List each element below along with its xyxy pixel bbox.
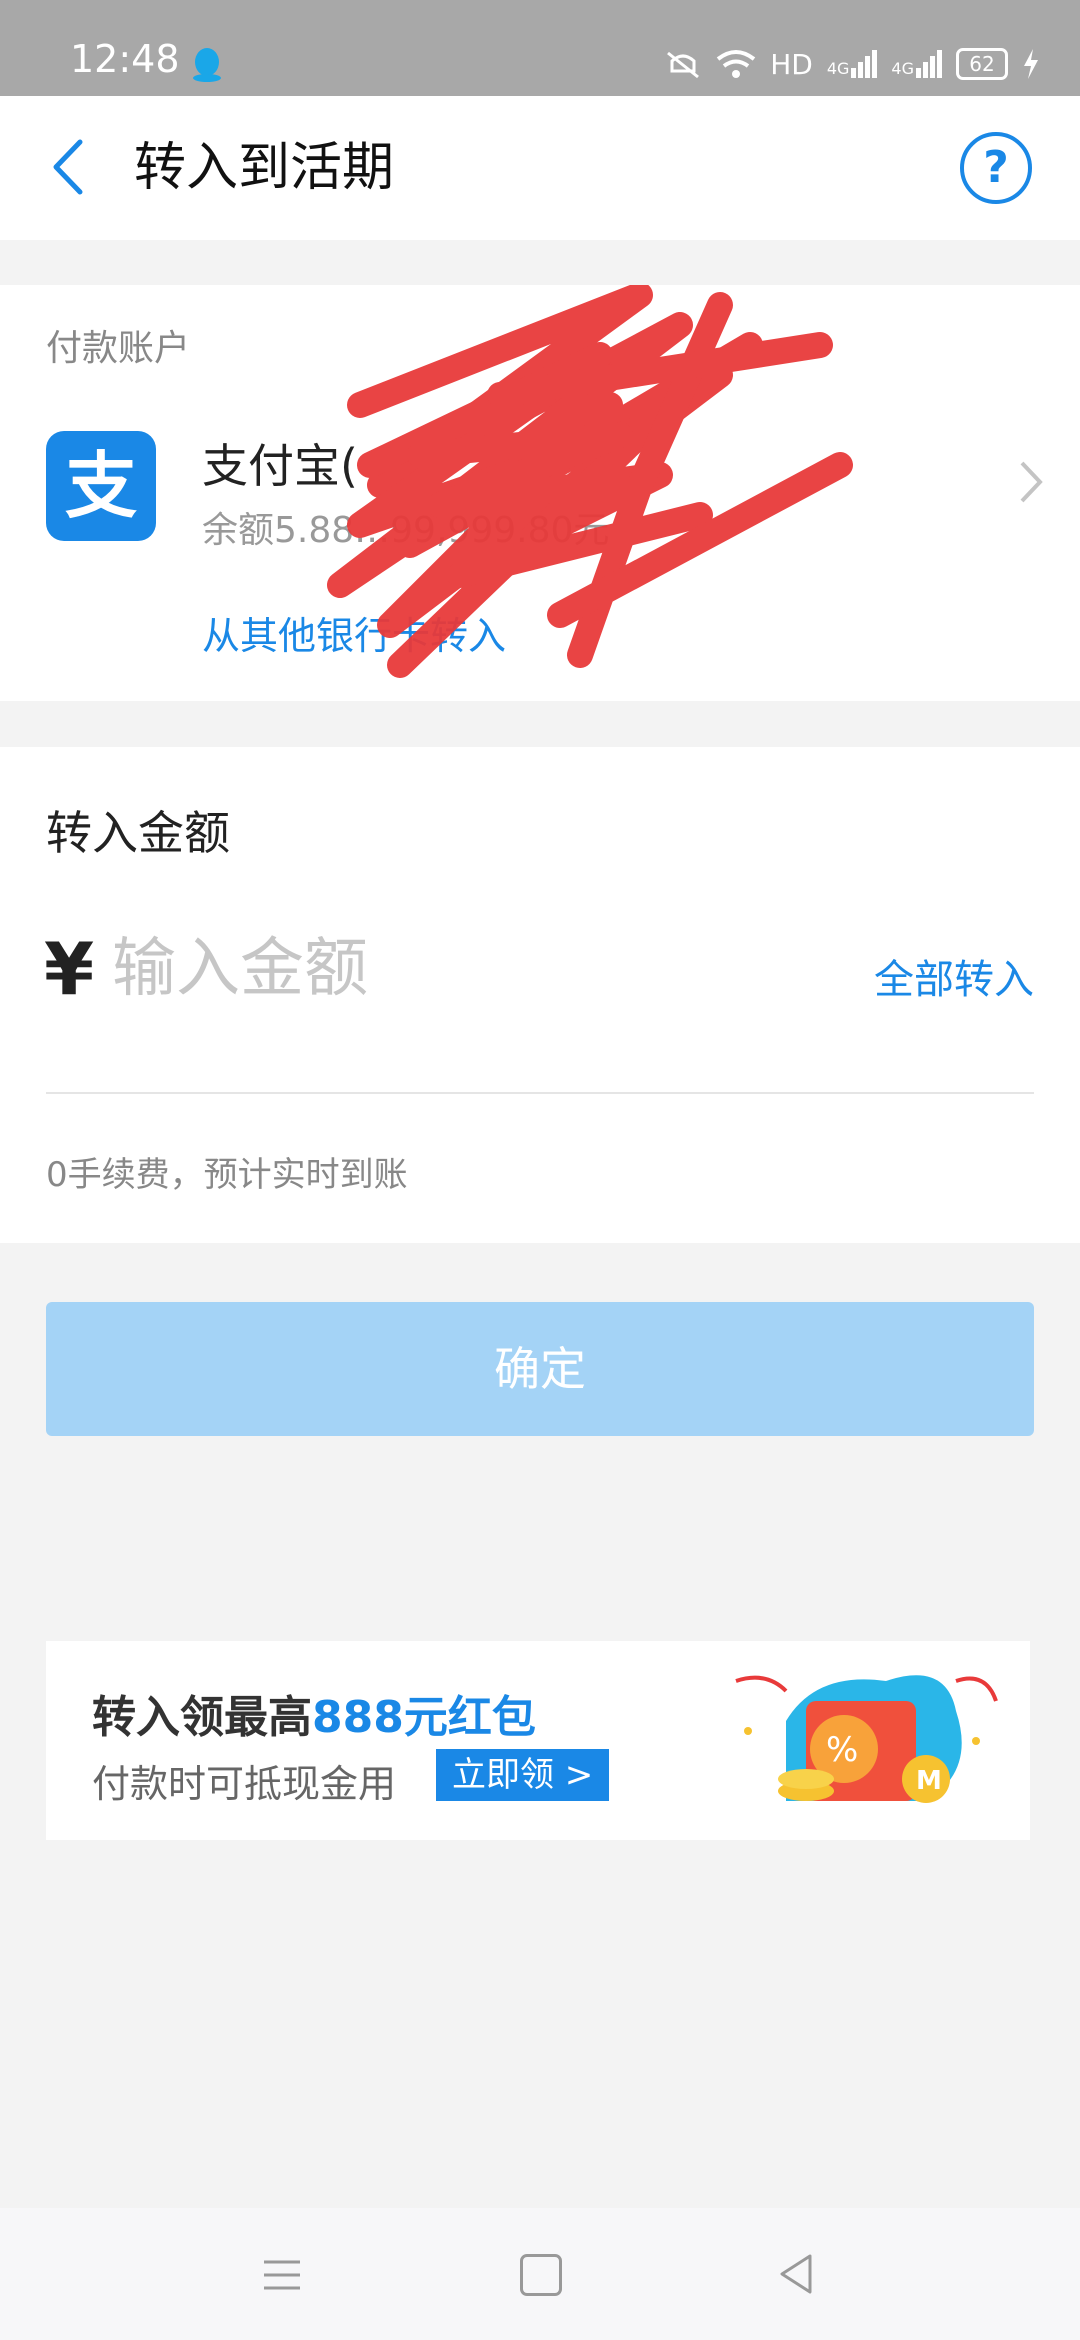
svg-text:M: M xyxy=(916,1766,942,1796)
signal-icon xyxy=(851,50,878,78)
hd-indicator: HD xyxy=(770,47,813,81)
promo-headline-prefix: 转入领最高 xyxy=(92,1692,312,1743)
charging-icon xyxy=(1024,49,1038,79)
transfer-all-button[interactable]: 全部转入 xyxy=(874,947,1034,1005)
mute-vibrate-icon xyxy=(667,51,700,79)
back-arrow-icon[interactable] xyxy=(44,132,94,202)
menu-icon[interactable] xyxy=(262,2258,302,2292)
app-header: 转入到活期 ? xyxy=(0,96,1080,240)
promo-headline: 转入领最高888元红包 xyxy=(92,1681,536,1745)
confirm-button[interactable]: 确定 xyxy=(46,1302,1034,1436)
promo-subline: 付款时可抵现金用 xyxy=(92,1762,397,1806)
divider xyxy=(46,1092,1034,1094)
qq-icon xyxy=(193,48,221,82)
signal-4g-2: 4G xyxy=(891,50,942,78)
wifi-icon xyxy=(716,50,756,78)
redaction-scribble xyxy=(327,285,853,678)
signal-4g-label: 4G xyxy=(891,59,914,78)
payment-account-card: 付款账户 支 支付宝( 余额5.88…99,999.80元 从其他银行卡转入 xyxy=(0,285,1080,701)
page-title: 转入到活期 xyxy=(134,138,395,198)
svg-text:%: % xyxy=(826,1730,858,1770)
red-envelope-illustration: % M xyxy=(735,1675,998,1803)
fee-note: 0手续费，预计实时到账 xyxy=(46,1155,408,1195)
promo-banner[interactable]: 转入领最高888元红包 付款时可抵现金用 立即领 > % M xyxy=(46,1641,1030,1840)
claim-now-button[interactable]: 立即领 > xyxy=(436,1749,610,1801)
signal-icon xyxy=(916,50,942,78)
amount-card: 转入金额 ¥ 全部转入 0手续费，预计实时到账 xyxy=(0,747,1080,1243)
signal-4g-1: 4G xyxy=(827,50,878,78)
amount-label: 转入金额 xyxy=(46,806,230,860)
nav-back-icon[interactable] xyxy=(776,2252,816,2296)
system-nav-bar xyxy=(0,2208,1080,2340)
amount-input[interactable] xyxy=(112,919,732,1019)
chevron-right-icon xyxy=(1020,461,1043,503)
home-icon[interactable] xyxy=(520,2254,562,2296)
help-icon[interactable]: ? xyxy=(960,132,1032,204)
status-time: 12:48 xyxy=(70,37,180,81)
status-icons: HD 4G 4G 62 xyxy=(664,44,1040,84)
promo-headline-highlight: 888元红包 xyxy=(312,1692,536,1743)
status-bar: 12:48 HD 4G 4G 62 xyxy=(0,0,1080,96)
currency-symbol: ¥ xyxy=(44,927,95,1011)
payment-account-label: 付款账户 xyxy=(46,328,191,369)
signal-4g-label: 4G xyxy=(826,59,850,78)
alipay-logo: 支 xyxy=(46,431,156,541)
battery-icon: 62 xyxy=(956,48,1008,80)
